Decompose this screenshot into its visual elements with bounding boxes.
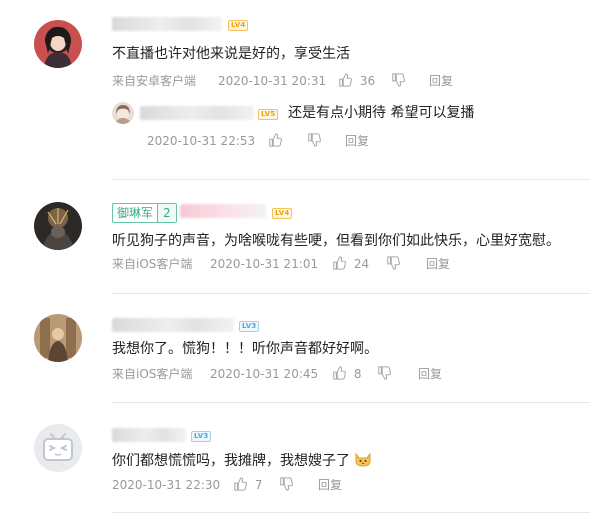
avatar-image bbox=[112, 102, 134, 124]
like-button[interactable]: 7 bbox=[233, 477, 262, 493]
dislike-button[interactable] bbox=[386, 256, 400, 272]
comment-text: 不直播也许对他来说是好的，享受生活 bbox=[112, 46, 350, 62]
reply-username[interactable] bbox=[140, 106, 254, 120]
thumbs-down-icon bbox=[392, 73, 405, 87]
reply-button[interactable]: 回复 bbox=[318, 477, 342, 493]
thumbs-down-icon bbox=[378, 366, 391, 380]
reply-button[interactable]: 回复 bbox=[429, 73, 453, 89]
user-level-badge: LV4 bbox=[272, 208, 293, 219]
comment-source: 来自安卓客户端 bbox=[112, 74, 197, 88]
comment-divider bbox=[112, 293, 590, 294]
dislike-button[interactable] bbox=[391, 73, 405, 89]
dislike-button[interactable] bbox=[377, 366, 391, 382]
comment-time: 2020-10-31 20:45 bbox=[210, 367, 319, 381]
reply-text: 还是有点小期待 希望可以复播 bbox=[288, 105, 475, 121]
user-level-badge: LV5 bbox=[258, 109, 279, 120]
reply-button[interactable]: 回复 bbox=[345, 133, 369, 149]
avatar[interactable] bbox=[34, 20, 82, 68]
reply-avatar[interactable] bbox=[112, 102, 134, 124]
like-button[interactable]: 8 bbox=[332, 366, 361, 382]
username[interactable] bbox=[112, 318, 234, 332]
reply-button[interactable]: 回复 bbox=[418, 366, 442, 382]
fan-badge-level: 2 bbox=[157, 204, 176, 222]
comment-text-content: 你们都想慌慌吗，我摊牌，我想嫂子了 bbox=[112, 453, 350, 469]
comment-time: 2020-10-31 22:30 bbox=[112, 478, 221, 492]
dislike-button[interactable] bbox=[279, 477, 293, 493]
comment-text: 我想你了。慌狗！！！听你声音都好好啊。 bbox=[112, 341, 378, 357]
avatar-image bbox=[34, 202, 82, 250]
comment-time: 2020-10-31 20:31 bbox=[218, 74, 327, 88]
user-level-badge: LV3 bbox=[191, 431, 212, 442]
thumbs-down-icon bbox=[308, 133, 321, 147]
comment-divider bbox=[112, 512, 590, 513]
avatar[interactable] bbox=[34, 314, 82, 362]
username[interactable] bbox=[180, 204, 266, 218]
reply-time: 2020-10-31 22:53 bbox=[147, 134, 256, 148]
cat-face-emoji-icon bbox=[355, 452, 371, 467]
thumbs-up-icon bbox=[269, 133, 282, 147]
fan-badge[interactable]: 御琳军 2 bbox=[112, 203, 177, 223]
comment-text: 你们都想慌慌吗，我摊牌，我想嫂子了 bbox=[112, 450, 372, 470]
username[interactable] bbox=[112, 17, 222, 31]
like-button[interactable] bbox=[268, 133, 282, 149]
reply-button[interactable]: 回复 bbox=[426, 256, 450, 272]
like-count: 7 bbox=[254, 478, 263, 492]
comment-source: 来自iOS客户端 bbox=[112, 367, 193, 381]
like-count: 8 bbox=[353, 367, 362, 381]
comment-divider bbox=[112, 402, 590, 403]
comment-divider bbox=[112, 179, 590, 180]
avatar-image bbox=[34, 20, 82, 68]
thumbs-up-icon bbox=[333, 256, 346, 270]
thumbs-down-icon bbox=[280, 477, 293, 491]
fan-badge-name: 御琳军 bbox=[117, 206, 154, 220]
thumbs-up-icon bbox=[339, 73, 352, 87]
avatar-image bbox=[34, 314, 82, 362]
avatar[interactable] bbox=[34, 202, 82, 250]
avatar[interactable] bbox=[34, 424, 82, 472]
thumbs-up-icon bbox=[333, 366, 346, 380]
user-level-badge: LV3 bbox=[239, 321, 260, 332]
like-button[interactable]: 24 bbox=[332, 256, 369, 272]
tv-face-avatar-icon bbox=[34, 424, 82, 472]
user-level-badge: LV4 bbox=[228, 20, 249, 31]
like-count: 36 bbox=[359, 74, 376, 88]
comment-text: 听见狗子的声音，为啥喉咙有些哽，但看到你们如此快乐，心里好宽慰。 bbox=[112, 233, 560, 249]
username[interactable] bbox=[112, 428, 186, 442]
thumbs-down-icon bbox=[387, 256, 400, 270]
comment-source: 来自iOS客户端 bbox=[112, 257, 193, 271]
dislike-button[interactable] bbox=[307, 133, 321, 149]
thumbs-up-icon bbox=[234, 477, 247, 491]
comment-time: 2020-10-31 21:01 bbox=[210, 257, 319, 271]
like-count: 24 bbox=[353, 257, 370, 271]
like-button[interactable]: 36 bbox=[338, 73, 375, 89]
